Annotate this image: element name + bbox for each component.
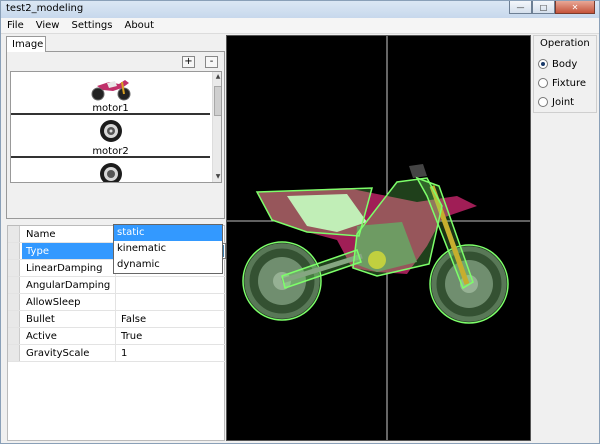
property-row-active[interactable]: Active True <box>8 328 226 345</box>
scroll-up-icon[interactable]: ▲ <box>213 72 221 82</box>
add-image-button[interactable]: + <box>182 56 195 68</box>
image-tab-pane: + - motor1 motor2 ▲ ▼ <box>6 51 225 219</box>
list-item[interactable]: motor2 <box>11 115 210 158</box>
property-row-angulardamping[interactable]: AngularDamping <box>8 277 226 294</box>
radio-body[interactable]: Body <box>538 57 577 71</box>
app-window: test2_modeling — □ ✕ File View Settings … <box>0 0 600 444</box>
list-scrollbar[interactable]: ▲ ▼ <box>212 72 221 182</box>
radio-checked-icon <box>538 59 548 69</box>
motorbike-scene <box>227 36 530 440</box>
operation-group: Operation Body Fixture Joint <box>533 35 597 113</box>
list-item-label: motor1 <box>92 103 129 114</box>
dropdown-option-static[interactable]: static <box>114 225 222 241</box>
operation-panel: Operation Body Fixture Joint <box>533 35 599 441</box>
menu-bar: File View Settings About <box>1 18 599 34</box>
maximize-button[interactable]: □ <box>532 1 555 14</box>
operation-title: Operation <box>540 38 590 49</box>
property-row-gravityscale[interactable]: GravityScale 1 <box>8 345 226 362</box>
property-value[interactable] <box>117 277 225 293</box>
property-row-allowsleep[interactable]: AllowSleep <box>8 294 226 311</box>
window-title: test2_modeling <box>6 3 84 14</box>
menu-view[interactable]: View <box>30 18 66 34</box>
menu-file[interactable]: File <box>1 18 30 34</box>
scene-canvas[interactable] <box>226 35 531 441</box>
radio-fixture[interactable]: Fixture <box>538 76 586 90</box>
minimize-button[interactable]: — <box>509 1 532 14</box>
wheel-icon <box>11 117 210 145</box>
property-value[interactable] <box>117 294 225 310</box>
list-item[interactable]: motor1 <box>11 72 210 115</box>
menu-settings[interactable]: Settings <box>65 18 118 34</box>
dropdown-option-dynamic[interactable]: dynamic <box>114 257 222 273</box>
tab-image[interactable]: Image <box>6 36 46 52</box>
list-item[interactable] <box>11 158 210 182</box>
dropdown-option-kinematic[interactable]: kinematic <box>114 241 222 257</box>
menu-about[interactable]: About <box>118 18 160 34</box>
property-row-bullet[interactable]: Bullet False <box>8 311 226 328</box>
radio-unchecked-icon <box>538 97 548 107</box>
scroll-thumb[interactable] <box>214 86 221 116</box>
radio-unchecked-icon <box>538 78 548 88</box>
wheel-icon <box>11 160 210 182</box>
motorbike-icon <box>11 74 210 102</box>
scroll-down-icon[interactable]: ▼ <box>213 172 221 182</box>
remove-image-button[interactable]: - <box>205 56 218 68</box>
title-bar: test2_modeling — □ ✕ <box>1 1 599 18</box>
window-controls: — □ ✕ <box>509 1 595 14</box>
image-list: motor1 motor2 ▲ ▼ <box>10 71 222 183</box>
property-value[interactable]: 1 <box>117 345 225 361</box>
type-dropdown-list: static kinematic dynamic <box>113 224 223 274</box>
property-value[interactable]: False <box>117 311 225 327</box>
property-value[interactable]: True <box>117 328 225 344</box>
close-button[interactable]: ✕ <box>555 1 595 14</box>
radio-joint[interactable]: Joint <box>538 95 574 109</box>
list-item-label: motor2 <box>92 146 129 157</box>
